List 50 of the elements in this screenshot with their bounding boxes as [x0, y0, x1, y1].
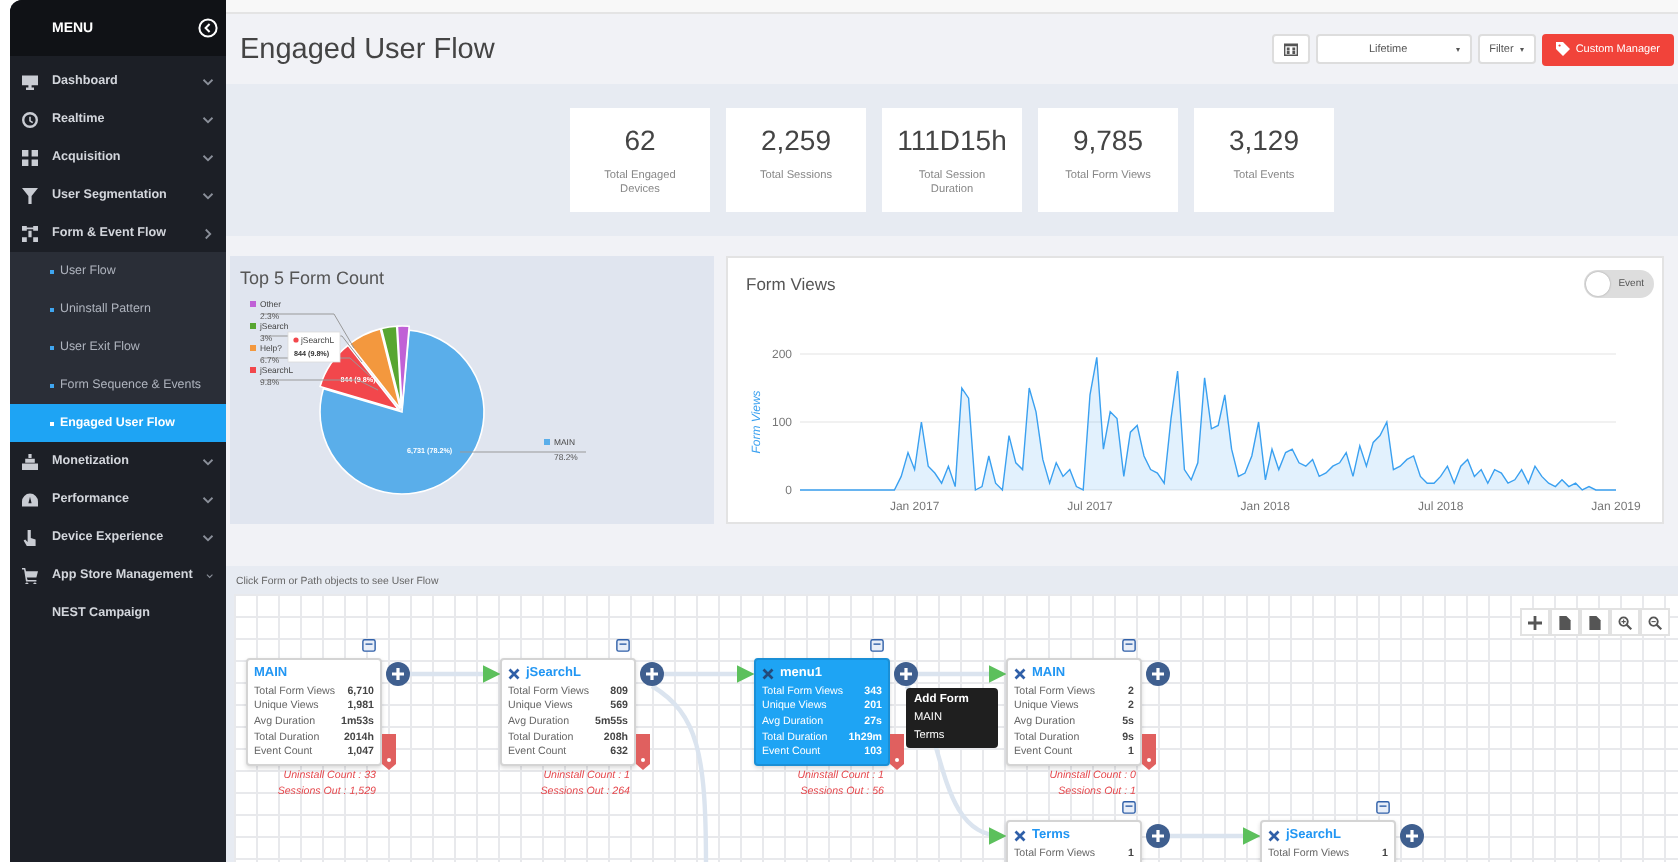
legend-swatch	[250, 367, 256, 373]
page-icon[interactable]	[1580, 608, 1610, 636]
bookmark-icon[interactable]	[1142, 734, 1156, 770]
stat-value: 9,785	[1072, 124, 1144, 156]
zoom-out-icon[interactable]	[1640, 608, 1670, 636]
leader-line	[261, 313, 355, 349]
stat-value: 111D15h	[897, 124, 1007, 156]
bookmark-icon[interactable]	[890, 734, 904, 770]
pie-slice[interactable]	[348, 328, 402, 410]
grid-icon	[22, 149, 38, 165]
clock-icon	[22, 111, 38, 127]
add-button[interactable]	[386, 662, 410, 686]
zoom-in-icon[interactable]	[1610, 608, 1640, 636]
close-icon[interactable]	[1014, 829, 1026, 841]
stat-value: 2,259	[760, 124, 832, 156]
stat-value: 3,129	[1228, 124, 1300, 156]
close-icon[interactable]	[762, 667, 774, 679]
pointer-icon	[22, 529, 38, 545]
add-button[interactable]	[1400, 824, 1424, 848]
add-button[interactable]	[1146, 824, 1170, 848]
monitor-icon	[22, 73, 38, 89]
calendar-button[interactable]	[1271, 34, 1310, 64]
add-button[interactable]	[640, 662, 664, 686]
close-icon[interactable]	[1014, 667, 1026, 679]
legend-swatch	[250, 323, 256, 329]
stack-icon	[22, 453, 38, 469]
collapse-icon[interactable]	[198, 18, 218, 38]
add-button[interactable]	[1146, 662, 1170, 686]
cart-icon	[22, 567, 38, 583]
legend-swatch	[250, 301, 256, 307]
bookmark-icon[interactable]	[382, 734, 396, 770]
stat-value: 62	[624, 124, 656, 156]
pie-slice[interactable]	[380, 325, 403, 409]
funnel-icon	[22, 187, 38, 203]
bookmark-icon[interactable]	[636, 734, 650, 770]
legend-swatch	[250, 345, 256, 351]
page-icon[interactable]	[1550, 608, 1580, 636]
close-icon[interactable]	[1268, 829, 1280, 841]
gauge-icon	[22, 491, 38, 507]
add-button[interactable]	[894, 662, 918, 686]
pie-slice[interactable]	[396, 325, 410, 409]
tag-icon	[1555, 42, 1570, 56]
close-icon[interactable]	[508, 667, 520, 679]
network-icon	[22, 225, 38, 241]
add-icon[interactable]	[1520, 608, 1550, 636]
chart-title: Form Views	[746, 274, 836, 294]
page-title: Engaged User Flow	[240, 33, 495, 65]
legend-swatch	[544, 439, 550, 445]
chart-title: Top 5 Form Count	[238, 266, 387, 288]
leader-line	[459, 451, 587, 453]
